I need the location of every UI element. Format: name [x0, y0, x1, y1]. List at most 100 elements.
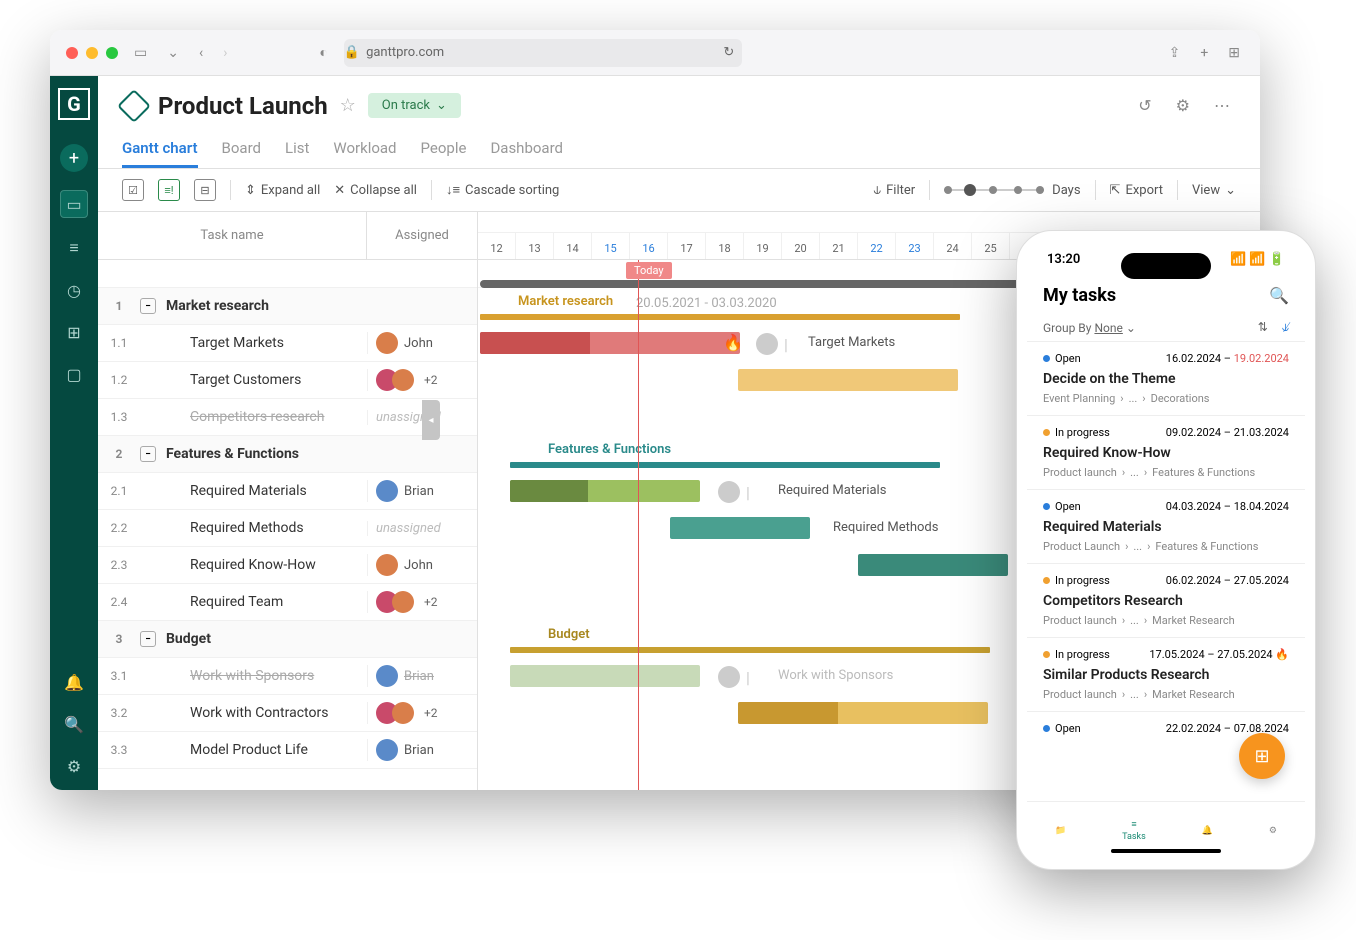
history-icon[interactable]: ↺ — [1132, 90, 1157, 121]
left-rail: G + ▭ ≡ ◷ ⊞ ▢ 🔔 🔍 ⚙ — [50, 76, 98, 790]
tab-people[interactable]: People — [421, 131, 467, 168]
date-cell: 22 — [858, 233, 896, 259]
sort-icon[interactable]: ⇅ — [1258, 320, 1268, 335]
collapse-all-button[interactable]: ✕Collapse all — [334, 183, 417, 198]
sidebar-toggle-icon[interactable]: ▭ — [130, 41, 151, 65]
gear-icon[interactable]: ⚙ — [1170, 90, 1196, 121]
back-button[interactable]: ‹ — [195, 41, 207, 65]
task-row[interactable]: 2.1Required MaterialsBrian — [98, 473, 477, 510]
forward-button[interactable]: › — [219, 41, 231, 65]
filter-button[interactable]: ⫝Filter — [873, 183, 915, 198]
date-cell: 21 — [820, 233, 858, 259]
task-card[interactable]: Open04.03.2024 – 18.04.2024Required Mate… — [1027, 489, 1305, 563]
address-bar[interactable]: 🔒 ganttpro.com ↻ — [344, 39, 742, 67]
group-by-control[interactable]: Group By None ⌄ — [1043, 321, 1136, 335]
alert-list-icon[interactable]: ≡! — [158, 179, 180, 201]
task-row[interactable]: 2−Features & Functions — [98, 436, 477, 473]
panel-expand-handle[interactable]: ◂ — [422, 400, 440, 440]
task-row[interactable]: 3.3Model Product LifeBrian — [98, 732, 477, 769]
tab-list[interactable]: List — [285, 131, 309, 168]
tab-workload[interactable]: Workload — [333, 131, 396, 168]
task-bar[interactable] — [510, 480, 700, 502]
task-card[interactable]: Open16.02.2024 – 19.02.2024Decide on the… — [1027, 341, 1305, 415]
project-title: Product Launch — [158, 92, 328, 120]
settings-icon[interactable]: ⚙ — [62, 754, 86, 778]
today-badge: Today — [626, 262, 672, 279]
mobile-screen: 13:20 📶 📶 🔋 My tasks 🔍 Group By None ⌄ ⇅… — [1027, 241, 1305, 859]
star-icon[interactable]: ☆ — [340, 95, 356, 116]
mobile-search-icon[interactable]: 🔍 — [1269, 286, 1289, 305]
task-bar[interactable] — [670, 517, 810, 539]
cascade-sorting-button[interactable]: ↓≡Cascade sorting — [446, 182, 559, 198]
date-cell: 12 — [478, 233, 516, 259]
tabs-icon[interactable]: ⊞ — [1224, 41, 1244, 65]
task-row[interactable]: 1.3Competitors researchunassigned — [98, 399, 477, 436]
task-row[interactable]: 1.2Target Customers+2 — [98, 362, 477, 399]
task-row[interactable]: 3−Budget — [98, 621, 477, 658]
filter-icon[interactable]: ⫝̸ — [1282, 320, 1289, 335]
search-icon[interactable]: 🔍 — [62, 712, 86, 736]
avatar-icon — [718, 481, 740, 503]
nav-notifications[interactable]: 🔔 — [1202, 826, 1213, 836]
task-row[interactable]: 1.1Target MarketsJohn — [98, 325, 477, 362]
date-cell: 17 — [668, 233, 706, 259]
shield-icon[interactable]: ◐ — [315, 40, 331, 65]
avatar-icon — [756, 333, 778, 355]
task-bar[interactable] — [738, 369, 958, 391]
app-logo[interactable]: G — [58, 88, 90, 120]
collapse-toggle[interactable]: − — [140, 298, 156, 314]
status-badge[interactable]: On track ⌄ — [368, 93, 461, 118]
task-bar[interactable] — [858, 554, 1008, 576]
traffic-lights — [66, 47, 118, 59]
task-card[interactable]: In progress09.02.2024 – 21.03.2024Requir… — [1027, 415, 1305, 489]
fab-button[interactable]: ⊞ — [1239, 733, 1285, 779]
expand-all-button[interactable]: ⇕Expand all — [245, 183, 320, 198]
date-cell: 18 — [706, 233, 744, 259]
collapse-toggle[interactable]: − — [140, 631, 156, 647]
folder-icon[interactable]: ▭ — [60, 190, 88, 218]
collapse-toggle[interactable]: − — [140, 446, 156, 462]
task-row[interactable]: 2.3Required Know-HowJohn — [98, 547, 477, 584]
minimize-window-button[interactable] — [86, 47, 98, 59]
clock-icon[interactable]: ◷ — [62, 278, 86, 302]
dropdown-icon[interactable]: ⌄ — [163, 41, 183, 65]
nav-settings[interactable]: ⚙ — [1269, 826, 1277, 836]
task-bar[interactable] — [510, 665, 700, 687]
bell-icon[interactable]: 🔔 — [62, 670, 86, 694]
task-row[interactable]: 1−Market research — [98, 288, 477, 325]
add-button[interactable]: + — [60, 144, 88, 172]
share-icon[interactable]: ⇪ — [1165, 41, 1185, 65]
view-button[interactable]: View⌄ — [1192, 183, 1236, 198]
task-row[interactable]: 2.2Required Methodsunassigned — [98, 510, 477, 547]
list-icon[interactable]: ≡ — [62, 236, 86, 260]
refresh-icon[interactable]: ↻ — [723, 45, 742, 60]
tab-dashboard[interactable]: Dashboard — [490, 131, 563, 168]
nav-tasks[interactable]: ≡Tasks — [1122, 819, 1146, 842]
zoom-slider[interactable]: Days — [944, 183, 1080, 198]
summary-bar[interactable] — [480, 314, 960, 320]
task-bar[interactable] — [480, 332, 740, 354]
task-row[interactable]: 3.1Work with SponsorsBrian — [98, 658, 477, 695]
task-row[interactable]: 2.4Required Team+2 — [98, 584, 477, 621]
task-card[interactable]: In progress17.05.2024 – 27.05.2024 🔥Simi… — [1027, 637, 1305, 711]
new-tab-button[interactable]: + — [1196, 41, 1212, 65]
chat-icon[interactable]: ▢ — [62, 362, 86, 386]
task-row[interactable]: 3.2Work with Contractors+2 — [98, 695, 477, 732]
close-window-button[interactable] — [66, 47, 78, 59]
summary-bar[interactable] — [510, 462, 940, 468]
mobile-filter-row: Group By None ⌄ ⇅ ⫝̸ — [1027, 314, 1305, 341]
hierarchy-icon[interactable]: ⊟ — [194, 179, 216, 201]
task-bar[interactable] — [738, 702, 988, 724]
task-card[interactable]: In progress06.02.2024 – 27.05.2024Compet… — [1027, 563, 1305, 637]
checklist-icon[interactable]: ☑ — [122, 179, 144, 201]
summary-bar[interactable] — [510, 647, 990, 653]
tab-board[interactable]: Board — [222, 131, 261, 168]
export-button[interactable]: ⇱Export — [1110, 183, 1163, 198]
more-icon[interactable]: ⋯ — [1208, 90, 1236, 121]
tab-gantt-chart[interactable]: Gantt chart — [122, 131, 198, 168]
grid-icon[interactable]: ⊞ — [62, 320, 86, 344]
maximize-window-button[interactable] — [106, 47, 118, 59]
nav-folder[interactable]: 📁 — [1055, 826, 1066, 836]
tabs: Gantt chart Board List Workload People D… — [98, 121, 1260, 169]
date-cell: 19 — [744, 233, 782, 259]
